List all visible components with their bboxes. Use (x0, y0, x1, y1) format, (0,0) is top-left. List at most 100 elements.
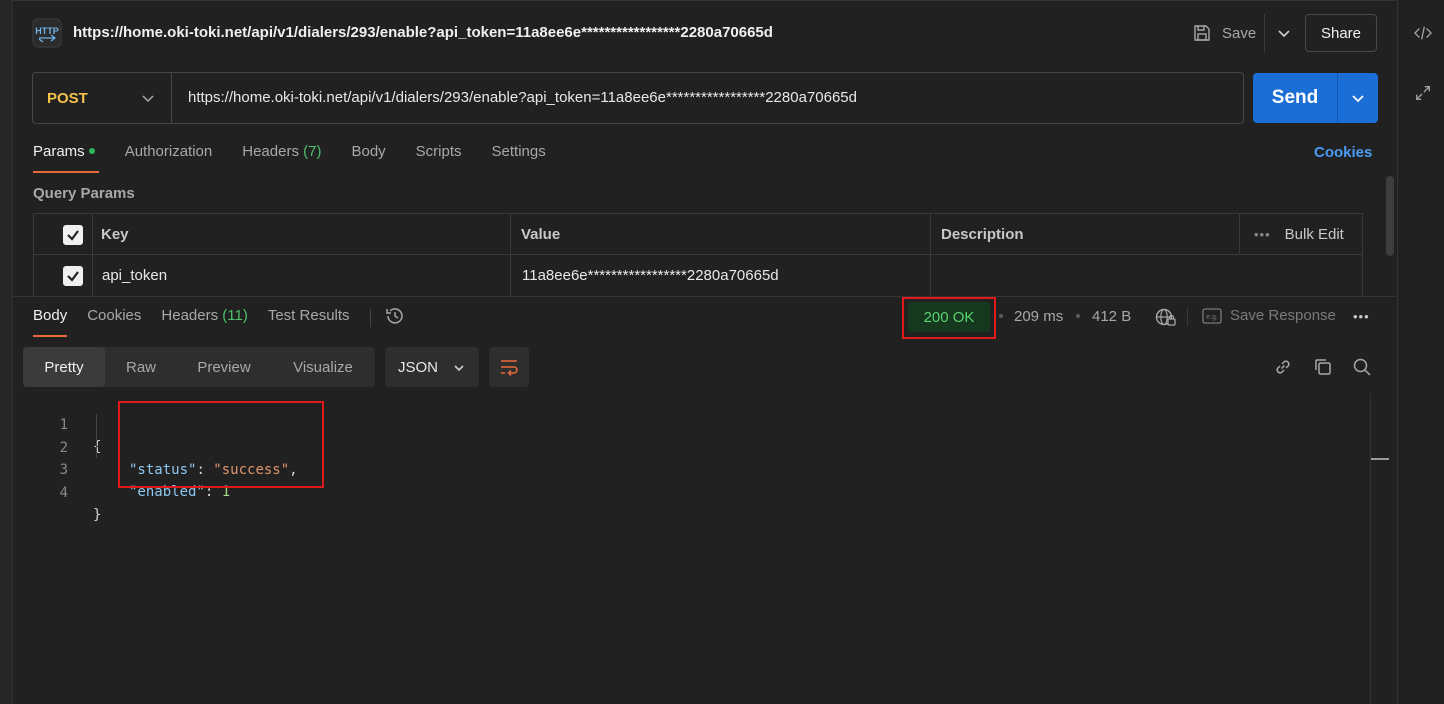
bulk-edit-area: ••• Bulk Edit (1239, 214, 1362, 255)
column-description: Description (930, 214, 1239, 255)
top-border (13, 0, 1397, 1)
tab-params-label: Params (33, 143, 85, 160)
param-checkbox[interactable] (63, 255, 83, 296)
table-row: api_token 11a8ee6e*****************2280a… (34, 255, 1362, 296)
wrap-icon (501, 360, 518, 377)
method-label: POST (47, 89, 88, 107)
response-size[interactable]: 412 B (1092, 308, 1131, 325)
globe-lock-icon[interactable] (1155, 307, 1177, 327)
wrap-lines-button[interactable] (489, 347, 529, 387)
mode-pretty[interactable]: Pretty (23, 347, 105, 387)
tab-separator (369, 309, 371, 327)
check-icon (67, 229, 79, 241)
save-button[interactable]: Save (1192, 20, 1256, 46)
indent-guide (96, 414, 97, 458)
copy-icon[interactable] (1313, 357, 1333, 377)
url-bar: POST https://home.oki-toki.net/api/v1/di… (32, 72, 1244, 124)
request-scrollbar[interactable] (1386, 176, 1394, 256)
response-tabs: Body Cookies Headers (11) Test Results (33, 307, 405, 337)
chevron-down-icon (142, 95, 154, 103)
tab-headers-label: Headers (242, 143, 299, 160)
save-options-button[interactable] (1264, 14, 1302, 52)
check-icon (67, 270, 79, 282)
expand-icon[interactable] (1414, 84, 1432, 102)
tab-authorization[interactable]: Authorization (125, 143, 213, 173)
left-edge-panel (0, 0, 13, 704)
request-tabs: Params Authorization Headers (7) Body Sc… (33, 143, 576, 173)
send-button-group: Send (1253, 73, 1378, 123)
right-sidebar (1397, 0, 1444, 704)
tab-response-headers-label: Headers (161, 307, 219, 324)
example-icon: e.g. (1202, 307, 1222, 324)
code-line: 3 "enabled": 1 (40, 437, 231, 500)
chevron-down-icon (454, 365, 464, 372)
tab-response-cookies[interactable]: Cookies (87, 307, 141, 337)
tab-response-headers[interactable]: Headers (11) (161, 307, 247, 337)
cookies-link[interactable]: Cookies (1314, 144, 1372, 161)
mode-visualize[interactable]: Visualize (271, 347, 375, 387)
code-line: 4 } (40, 460, 102, 523)
svg-text:HTTP: HTTP (35, 26, 59, 36)
param-key[interactable]: api_token (92, 255, 510, 296)
tab-scripts[interactable]: Scripts (416, 143, 462, 173)
param-value[interactable]: 11a8ee6e*****************2280a70665d (510, 255, 930, 296)
column-key: Key (92, 214, 510, 255)
body-view-modes: Pretty Raw Preview Visualize (23, 347, 375, 387)
method-select[interactable]: POST (33, 73, 172, 123)
tab-params[interactable]: Params (33, 143, 99, 173)
history-icon[interactable] (385, 306, 405, 326)
meta-separator (1076, 314, 1080, 318)
more-icon[interactable]: ••• (1254, 227, 1271, 242)
request-title[interactable]: https://home.oki-toki.net/api/v1/dialers… (73, 24, 773, 41)
pane-divider[interactable] (13, 296, 1397, 297)
params-active-dot (88, 148, 95, 154)
tab-response-body[interactable]: Body (33, 307, 68, 337)
body-highlight-box (118, 401, 324, 488)
line-number: 4 (59, 485, 68, 501)
tab-headers[interactable]: Headers (7) (242, 143, 321, 173)
column-value: Value (510, 214, 930, 255)
param-description[interactable] (930, 255, 1362, 296)
send-options-button[interactable] (1337, 73, 1378, 123)
share-button[interactable]: Share (1305, 14, 1377, 52)
meta-separator (999, 314, 1003, 318)
link-icon[interactable] (1273, 357, 1293, 377)
chevron-down-icon (1352, 95, 1364, 103)
search-icon[interactable] (1352, 357, 1372, 377)
mode-raw[interactable]: Raw (105, 347, 177, 387)
table-header-row: Key Value Description ••• Bulk Edit (34, 214, 1362, 255)
query-params-title: Query Params (33, 185, 135, 202)
query-params-table: Key Value Description ••• Bulk Edit api_… (33, 213, 1363, 297)
bulk-edit-button[interactable]: Bulk Edit (1285, 226, 1344, 243)
select-all-checkbox[interactable] (63, 214, 83, 255)
response-scrollbar[interactable] (1370, 394, 1371, 704)
url-input[interactable]: https://home.oki-toki.net/api/v1/dialers… (188, 89, 857, 106)
mode-preview[interactable]: Preview (177, 347, 271, 387)
format-select[interactable]: JSON (385, 347, 479, 387)
svg-text:e.g.: e.g. (1206, 314, 1218, 321)
meta-divider (1187, 308, 1188, 326)
more-icon[interactable]: ••• (1353, 309, 1370, 324)
code-icon[interactable] (1414, 24, 1432, 42)
code-line: 1 { (40, 392, 102, 455)
response-time[interactable]: 209 ms (1014, 308, 1063, 325)
tab-test-results[interactable]: Test Results (268, 307, 350, 337)
tab-body[interactable]: Body (351, 143, 385, 173)
tab-settings[interactable]: Settings (492, 143, 546, 173)
send-button[interactable]: Send (1253, 73, 1337, 123)
save-response-label: Save Response (1230, 307, 1336, 324)
headers-count: (7) (303, 143, 322, 160)
scroll-position-marker (1371, 458, 1389, 460)
code-line: 2 "status": "success", (40, 415, 298, 478)
save-response-button[interactable]: e.g. Save Response (1202, 307, 1336, 324)
close-brace: } (93, 507, 102, 523)
format-label: JSON (398, 358, 439, 376)
open-brace: { (93, 439, 102, 455)
save-icon (1194, 25, 1210, 41)
status-highlight-box (902, 297, 996, 339)
response-headers-count: (11) (222, 307, 248, 324)
request-titlebar: HTTP https://home.oki-toki.net/api/v1/di… (32, 14, 1382, 54)
chevron-down-icon (1277, 30, 1290, 38)
http-icon: HTTP (32, 18, 62, 48)
save-label: Save (1222, 24, 1257, 42)
